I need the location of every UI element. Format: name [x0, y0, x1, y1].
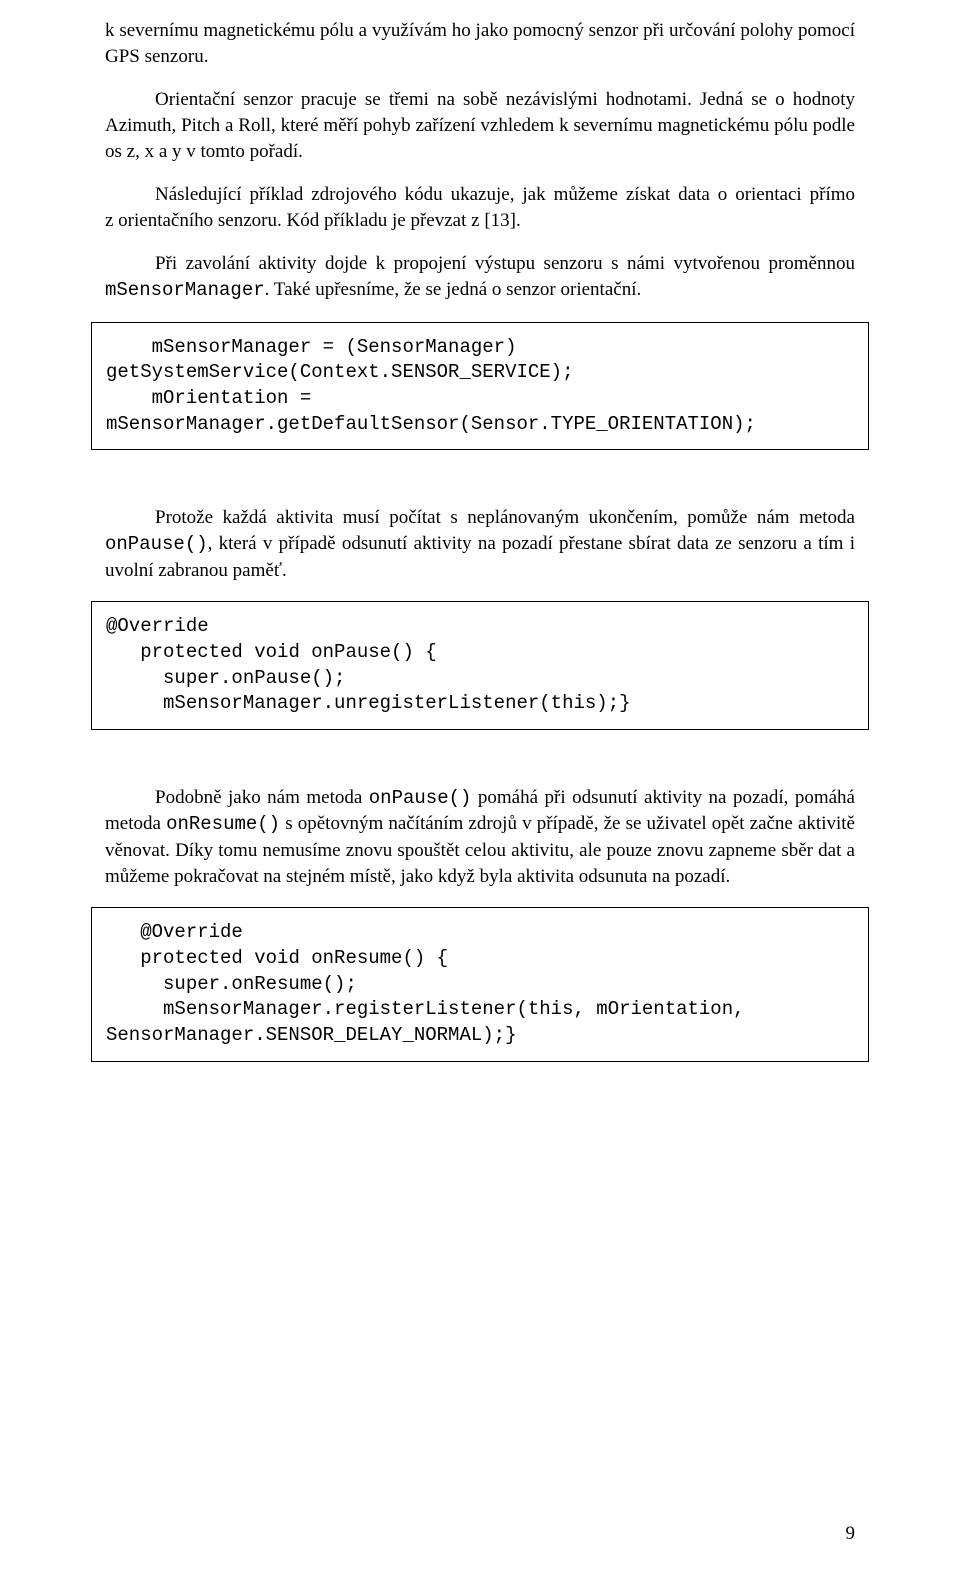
text-run: . Také upřesníme, že se jedná o senzor o…: [265, 279, 642, 300]
text-run: Protože každá aktivita musí počítat s ne…: [155, 507, 855, 528]
paragraph: Protože každá aktivita musí počítat s ne…: [105, 505, 855, 583]
text-run: Při zavolání aktivity dojde k propojení …: [155, 253, 855, 274]
code-block: @Override protected void onResume() { su…: [91, 907, 869, 1061]
paragraph: Při zavolání aktivity dojde k propojení …: [105, 251, 855, 303]
inline-code: onPause(): [105, 533, 208, 555]
text-run: Podobně jako nám metoda: [155, 787, 369, 808]
code-block: mSensorManager = (SensorManager) getSyst…: [91, 322, 869, 451]
paragraph: k severnímu magnetickému pólu a využívám…: [105, 18, 855, 69]
inline-code: onResume(): [166, 813, 280, 835]
inline-code: mSensorManager: [105, 279, 265, 301]
paragraph: Orientační senzor pracuje se třemi na so…: [105, 87, 855, 164]
inline-code: onPause(): [369, 787, 472, 809]
page-number: 9: [846, 1521, 856, 1547]
paragraph: Podobně jako nám metoda onPause() pomáhá…: [105, 785, 855, 890]
paragraph: Následující příklad zdrojového kódu ukaz…: [105, 182, 855, 233]
text-run: , která v případě odsunutí aktivity na p…: [105, 533, 855, 581]
code-block: @Override protected void onPause() { sup…: [91, 601, 869, 730]
